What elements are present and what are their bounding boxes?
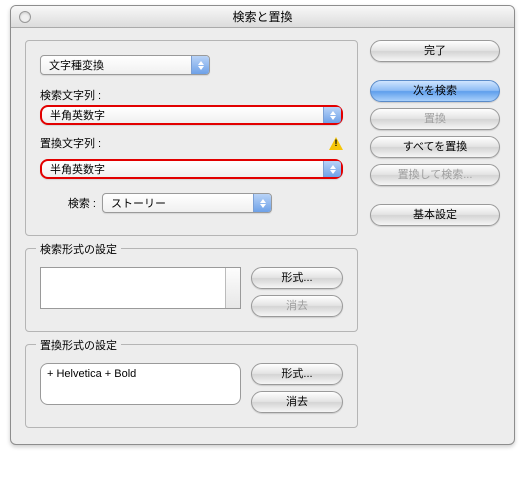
search-panel: 文字種変換 検索文字列 : 半角英数字 置換文字列 : 半角英数字 (25, 40, 358, 236)
change-find-button[interactable]: 置換して検索... (370, 164, 500, 186)
scope-value: ストーリー (111, 195, 166, 211)
replace-format-fieldset: 置換形式の設定 + Helvetica + Bold 形式... 消去 (25, 344, 358, 428)
replace-string-value: 半角英数字 (50, 161, 105, 177)
chevron-updown-icon (323, 107, 341, 123)
replace-format-button[interactable]: 形式... (251, 363, 343, 385)
done-button[interactable]: 完了 (370, 40, 500, 62)
replace-format-text[interactable]: + Helvetica + Bold (40, 363, 241, 405)
chevron-updown-icon (323, 161, 341, 177)
titlebar: 検索と置換 (11, 6, 514, 28)
change-button[interactable]: 置換 (370, 108, 500, 130)
dialog-window: 検索と置換 文字種変換 検索文字列 : 半角英数字 置換文字列 : (10, 5, 515, 445)
close-icon[interactable] (19, 11, 31, 23)
search-string-select[interactable]: 半角英数字 (40, 105, 343, 125)
chevron-updown-icon (191, 56, 209, 74)
replace-string-label: 置換文字列 : (40, 135, 101, 151)
find-format-fieldset: 検索形式の設定 形式... 消去 (25, 248, 358, 332)
prefs-button[interactable]: 基本設定 (370, 204, 500, 226)
window-title: 検索と置換 (232, 10, 292, 24)
char-type-select[interactable]: 文字種変換 (40, 55, 210, 75)
char-type-value: 文字種変換 (49, 57, 104, 73)
search-string-label: 検索文字列 : (40, 87, 343, 103)
replace-string-select[interactable]: 半角英数字 (40, 159, 343, 179)
scope-select[interactable]: ストーリー (102, 193, 272, 213)
search-string-value: 半角英数字 (50, 107, 105, 123)
find-format-clear-button[interactable]: 消去 (251, 295, 343, 317)
change-all-button[interactable]: すべてを置換 (370, 136, 500, 158)
find-format-text[interactable] (40, 267, 241, 309)
warning-icon (329, 137, 343, 151)
find-next-button[interactable]: 次を検索 (370, 80, 500, 102)
chevron-updown-icon (253, 194, 271, 212)
find-format-button[interactable]: 形式... (251, 267, 343, 289)
replace-format-legend: 置換形式の設定 (36, 337, 121, 353)
replace-format-clear-button[interactable]: 消去 (251, 391, 343, 413)
scope-label: 検索 : (40, 195, 96, 211)
find-format-legend: 検索形式の設定 (36, 241, 121, 257)
